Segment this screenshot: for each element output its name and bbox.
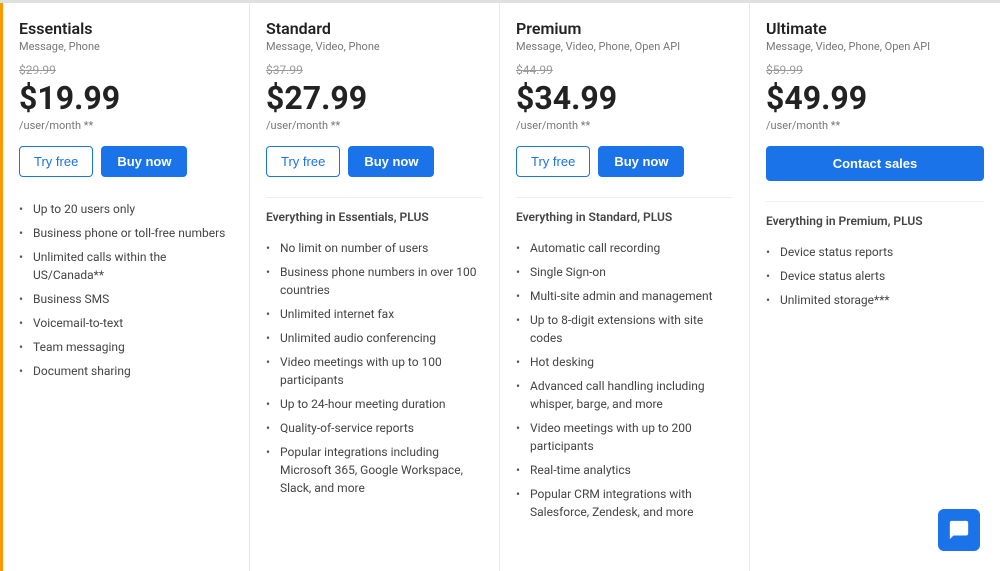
original-price-standard: $37.99 [266, 63, 483, 77]
original-price-ultimate: $59.99 [766, 63, 984, 77]
plan-col-standard: Standard Message, Video, Phone $37.99 $27.9… [250, 3, 500, 571]
current-price-premium: $34.99 [516, 79, 733, 117]
feature-list-ultimate: Device status reportsDevice status alert… [766, 240, 984, 312]
try-button-standard[interactable]: Try free [266, 146, 340, 177]
plan-channels-standard: Message, Video, Phone [266, 40, 483, 53]
list-item: Unlimited audio conferencing [266, 326, 483, 350]
list-item: Single Sign-on [516, 260, 733, 284]
list-item: Video meetings with up to 100 participan… [266, 350, 483, 392]
feature-list-essentials: Up to 20 users onlyBusiness phone or tol… [19, 197, 233, 383]
current-price-ultimate: $49.99 [766, 79, 984, 117]
list-item: Up to 8-digit extensions with site codes [516, 308, 733, 350]
list-item: Popular integrations including Microsoft… [266, 440, 483, 500]
list-item: Advanced call handling including whisper… [516, 374, 733, 416]
plan-name-premium: Premium [516, 19, 733, 38]
price-note-ultimate: /user/month ** [766, 119, 984, 132]
current-price-standard: $27.99 [266, 79, 483, 117]
plan-channels-premium: Message, Video, Phone, Open API [516, 40, 733, 53]
list-item: Business phone numbers in over 100 count… [266, 260, 483, 302]
list-item: Team messaging [19, 335, 233, 359]
list-item: Up to 24-hour meeting duration [266, 392, 483, 416]
list-item: Up to 20 users only [19, 197, 233, 221]
try-button-premium[interactable]: Try free [516, 146, 590, 177]
list-item: Voicemail-to-text [19, 311, 233, 335]
plan-name-standard: Standard [266, 19, 483, 38]
original-price-essentials: $29.99 [19, 63, 233, 77]
price-note-standard: /user/month ** [266, 119, 483, 132]
try-button-essentials[interactable]: Try free [19, 146, 93, 177]
list-item: Video meetings with up to 200 participan… [516, 416, 733, 458]
buy-button-standard[interactable]: Buy now [348, 146, 434, 177]
list-item: Multi-site admin and management [516, 284, 733, 308]
list-item: Document sharing [19, 359, 233, 383]
plan-name-ultimate: Ultimate [766, 19, 984, 38]
list-item: Automatic call recording [516, 236, 733, 260]
price-note-premium: /user/month ** [516, 119, 733, 132]
chat-button[interactable] [938, 509, 980, 551]
plan-col-premium: Premium Message, Video, Phone, Open API $4… [500, 3, 750, 571]
button-row-standard: Try free Buy now [266, 146, 483, 177]
list-item: Unlimited storage*** [766, 288, 984, 312]
everything-label-ultimate: Everything in Premium, PLUS [766, 201, 984, 228]
current-price-essentials: $19.99 [19, 79, 233, 117]
price-note-essentials: /user/month ** [19, 119, 233, 132]
list-item: Popular CRM integrations with Salesforce… [516, 482, 733, 524]
button-row-essentials: Try free Buy now [19, 146, 233, 177]
feature-list-standard: No limit on number of usersBusiness phon… [266, 236, 483, 500]
buy-button-premium[interactable]: Buy now [598, 146, 684, 177]
everything-label-standard: Everything in Essentials, PLUS [266, 197, 483, 224]
plan-col-essentials: Essentials Message, Phone $29.99 $19.99/use… [0, 3, 250, 571]
plan-channels-ultimate: Message, Video, Phone, Open API [766, 40, 984, 53]
list-item: Real-time analytics [516, 458, 733, 482]
contact-button-ultimate[interactable]: Contact sales [766, 146, 984, 181]
list-item: Device status alerts [766, 264, 984, 288]
list-item: Hot desking [516, 350, 733, 374]
list-item: No limit on number of users [266, 236, 483, 260]
list-item: Unlimited internet fax [266, 302, 483, 326]
original-price-premium: $44.99 [516, 63, 733, 77]
list-item: Business phone or toll-free numbers [19, 221, 233, 245]
feature-list-premium: Automatic call recordingSingle Sign-onMu… [516, 236, 733, 524]
plan-channels-essentials: Message, Phone [19, 40, 233, 53]
list-item: Device status reports [766, 240, 984, 264]
list-item: Quality-of-service reports [266, 416, 483, 440]
chat-icon [948, 519, 970, 541]
pricing-grid: Essentials Message, Phone $29.99 $19.99/use… [0, 0, 1000, 571]
plan-col-ultimate: Ultimate Message, Video, Phone, Open API $… [750, 3, 1000, 571]
buy-button-essentials[interactable]: Buy now [101, 146, 187, 177]
list-item: Unlimited calls within the US/Canada** [19, 245, 233, 287]
plan-name-essentials: Essentials [19, 19, 233, 38]
button-row-ultimate: Contact sales [766, 146, 984, 181]
everything-label-premium: Everything in Standard, PLUS [516, 197, 733, 224]
button-row-premium: Try free Buy now [516, 146, 733, 177]
list-item: Business SMS [19, 287, 233, 311]
